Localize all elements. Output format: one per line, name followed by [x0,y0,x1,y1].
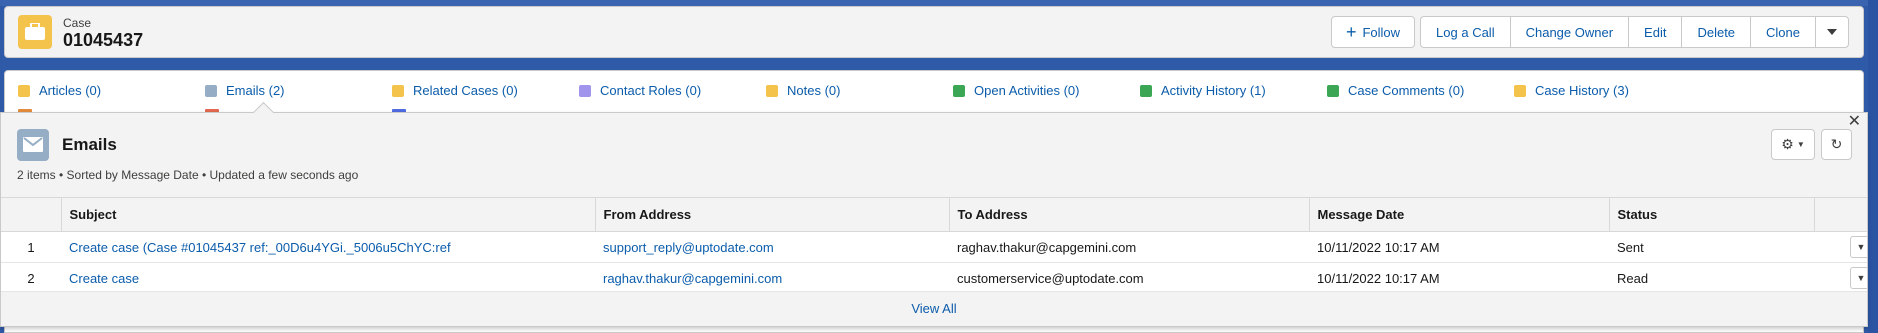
chevron-down-icon: ▼ [1796,140,1805,149]
change-owner-button[interactable]: Change Owner [1509,16,1629,48]
table-row: 1 Create case (Case #01045437 ref:_00D6u… [1,231,1867,263]
row-number-header [1,197,61,232]
quick-link-label: Case History (3) [1535,83,1629,98]
column-header-from-address[interactable]: From Address [594,197,949,232]
close-icon[interactable]: ✕ [1848,111,1861,131]
quick-link-label: Notes (0) [787,83,841,98]
row-actions-cell: ▼ [1814,231,1867,263]
refresh-button[interactable]: ↻ [1821,129,1852,160]
email-icon [205,84,217,97]
quick-link-label: Open Activities (0) [974,83,1080,98]
plus-icon: + [1345,22,1357,42]
emails-related-list-panel: ✕ Emails 2 items • Sorted by Message Dat… [0,101,1868,327]
quick-link-contact-roles[interactable]: Contact Roles (0) [579,83,701,98]
list-settings-button[interactable]: ⚙ ▼ [1771,129,1815,160]
quick-link-case-comments[interactable]: Case Comments (0) [1327,83,1464,98]
refresh-icon: ↻ [1830,136,1843,152]
briefcase-icon [18,15,52,49]
action-bar: + Follow Log a Call Change Owner Edit De… [1330,16,1849,48]
row-number: 2 [1,262,61,294]
subject-link[interactable]: Create case [69,271,139,286]
clone-button[interactable]: Clone [1750,16,1815,48]
record-title: 01045437 [63,30,144,50]
column-header-subject[interactable]: Subject [60,197,595,232]
follow-label: Follow [1362,24,1401,40]
quick-link-activity-history[interactable]: Activity History (1) [1140,83,1266,98]
row-actions-cell: ▼ [1814,262,1867,294]
to-address-cell: customerservice@uptodate.com [949,262,1309,294]
list-meta-info: 2 items • Sorted by Message Date • Updat… [17,168,359,182]
more-actions-button[interactable] [1815,16,1849,48]
history-icon [1514,84,1526,97]
page-background-right [1868,0,1878,333]
article-icon [18,84,30,97]
quick-link-emails[interactable]: Emails (2) [205,83,285,98]
contact-icon [579,84,591,97]
object-type-label: Case [63,16,92,30]
follow-button[interactable]: + Follow [1330,16,1416,48]
message-date-cell: 10/11/2022 10:17 AM [1309,262,1609,294]
email-icon [17,129,49,161]
from-address-cell: raghav.thakur@capgemini.com [595,262,949,294]
table-row: 2 Create case raghav.thakur@capgemini.co… [1,262,1867,294]
quick-link-open-activities[interactable]: Open Activities (0) [953,83,1080,98]
gear-icon: ⚙ [1781,136,1794,152]
row-action-menu-button[interactable]: ▼ [1850,236,1867,258]
panel-title: Emails [62,135,117,154]
from-address-link[interactable]: raghav.thakur@capgemini.com [603,271,782,286]
subject-cell: Create case [61,262,595,294]
chevron-down-icon [1827,29,1837,35]
quick-link-case-history[interactable]: Case History (3) [1514,83,1629,98]
emails-table: Subject From Address To Address Message … [1,197,1867,294]
status-cell: Sent [1609,231,1814,263]
quick-link-label: Related Cases (0) [413,83,518,98]
quick-links-row: Articles (0) Emails (2) Related Cases (0… [5,71,1863,113]
subject-link[interactable]: Create case (Case #01045437 ref:_00D6u4Y… [69,240,451,255]
edit-button[interactable]: Edit [1628,16,1682,48]
action-button-group: Log a Call Change Owner Edit Delete Clon… [1420,16,1849,48]
delete-button[interactable]: Delete [1681,16,1751,48]
wrench-icon [953,84,965,97]
row-number: 1 [1,231,61,263]
status-cell: Read [1609,262,1814,294]
row-action-menu-button[interactable]: ▼ [1850,267,1867,289]
column-header-to-address[interactable]: To Address [948,197,1309,232]
chevron-down-icon: ▼ [1856,242,1866,252]
column-header-message-date[interactable]: Message Date [1308,197,1609,232]
message-date-cell: 10/11/2022 10:17 AM [1309,231,1609,263]
from-address-link[interactable]: support_reply@uptodate.com [603,240,774,255]
quick-link-related-cases[interactable]: Related Cases (0) [392,83,518,98]
quick-link-label: Activity History (1) [1161,83,1266,98]
log-a-call-button[interactable]: Log a Call [1420,16,1510,48]
column-header-status[interactable]: Status [1608,197,1814,232]
case-icon [392,84,404,97]
quick-link-label: Emails (2) [226,83,285,98]
record-header: Case 01045437 + Follow Log a Call Change… [4,6,1864,58]
wrench-icon [1327,84,1339,97]
subject-cell: Create case (Case #01045437 ref:_00D6u4Y… [61,231,595,263]
quick-link-label: Contact Roles (0) [600,83,702,98]
actions-header [1813,197,1867,232]
wrench-icon [1140,84,1152,97]
from-address-cell: support_reply@uptodate.com [595,231,949,263]
note-icon [766,84,778,97]
chevron-down-icon: ▼ [1856,273,1866,283]
quick-link-label: Articles (0) [39,83,102,98]
quick-link-label: Case Comments (0) [1348,83,1465,98]
view-all-link[interactable]: View All [1,291,1867,325]
quick-link-articles[interactable]: Articles (0) [18,83,101,98]
to-address-cell: raghav.thakur@capgemini.com [949,231,1309,263]
quick-link-notes[interactable]: Notes (0) [766,83,840,98]
table-header-row: Subject From Address To Address Message … [1,197,1867,232]
